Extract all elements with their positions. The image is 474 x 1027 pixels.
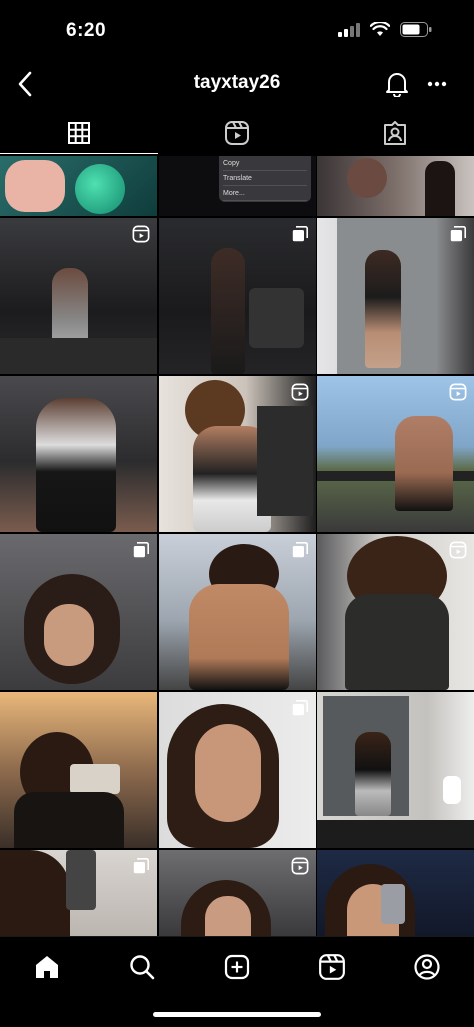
- grid-tile-10[interactable]: [0, 534, 157, 690]
- grid-tile-7[interactable]: [0, 376, 157, 532]
- nav-profile[interactable]: [407, 947, 447, 987]
- grid-tile-17[interactable]: [159, 850, 316, 936]
- create-icon: [224, 954, 250, 980]
- reel-badge-icon: [290, 382, 310, 402]
- reel-badge-icon: [290, 856, 310, 876]
- reels-icon: [225, 121, 249, 145]
- reel-badge-icon: [448, 382, 468, 402]
- tab-tagged[interactable]: [316, 112, 474, 154]
- grid-tile-15[interactable]: [317, 692, 474, 848]
- reels-icon: [319, 954, 345, 980]
- reel-badge-icon: [131, 224, 151, 244]
- grid-tile-8[interactable]: [159, 376, 316, 532]
- posts-grid: Copy Translate More...: [0, 156, 474, 936]
- grid-tile-16[interactable]: [0, 850, 157, 936]
- battery-icon: [400, 22, 432, 42]
- grid-tile-12[interactable]: [317, 534, 474, 690]
- carousel-badge-icon: [290, 540, 310, 560]
- carousel-badge-icon: [290, 698, 310, 718]
- tab-posts-grid[interactable]: [0, 112, 158, 154]
- grid-tile-6[interactable]: [317, 218, 474, 374]
- signal-icon: [338, 22, 360, 42]
- home-icon: [36, 956, 58, 978]
- nav-create[interactable]: [217, 947, 257, 987]
- profile-icon: [414, 954, 440, 980]
- grid-tile-14[interactable]: [159, 692, 316, 848]
- grid-tile-1[interactable]: [0, 156, 157, 216]
- tagged-icon: [384, 121, 406, 145]
- more-horizontal-icon: [427, 81, 447, 87]
- bell-icon: [386, 73, 408, 97]
- nav-home[interactable]: [27, 947, 67, 987]
- grid-tile-3[interactable]: [317, 156, 474, 216]
- reel-badge-icon: [448, 540, 468, 560]
- grid-tile-13[interactable]: [0, 692, 157, 848]
- grid-tile-5[interactable]: [159, 218, 316, 374]
- grid-tile-4[interactable]: [0, 218, 157, 374]
- tab-reels[interactable]: [158, 112, 316, 154]
- grid-tile-9[interactable]: [317, 376, 474, 532]
- context-menu-item: More...: [223, 186, 307, 201]
- wifi-icon: [369, 20, 391, 42]
- grid-tile-11[interactable]: [159, 534, 316, 690]
- carousel-badge-icon: [131, 540, 151, 560]
- nav-reels[interactable]: [312, 947, 352, 987]
- home-indicator: [153, 1012, 321, 1017]
- context-menu-item: Copy: [223, 156, 307, 171]
- status-time: 6:20: [66, 20, 107, 41]
- profile-tabs: [0, 112, 474, 154]
- context-menu: Copy Translate More...: [219, 156, 311, 202]
- notifications-button[interactable]: [382, 68, 412, 100]
- carousel-badge-icon: [290, 224, 310, 244]
- search-icon: [130, 955, 155, 980]
- profile-header: tayxtay26: [0, 60, 474, 110]
- context-menu-item: Translate: [223, 171, 307, 186]
- status-icons: [338, 20, 432, 42]
- carousel-badge-icon: [448, 224, 468, 244]
- more-options-button[interactable]: [422, 68, 452, 100]
- status-bar: 6:20: [0, 0, 474, 60]
- carousel-badge-icon: [131, 856, 151, 876]
- grid-tile-2[interactable]: Copy Translate More...: [159, 156, 316, 216]
- nav-search[interactable]: [122, 947, 162, 987]
- grid-icon: [68, 121, 90, 144]
- grid-tile-18[interactable]: [317, 850, 474, 936]
